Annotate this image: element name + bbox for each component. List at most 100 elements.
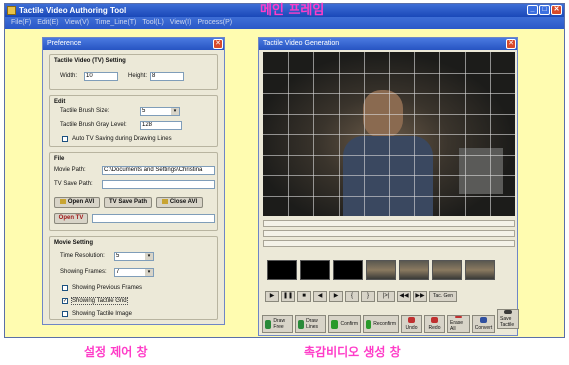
draw-lines-button[interactable]: Draw Lines: [295, 315, 326, 333]
file-group: File Movie Path: C:\Documents and Settin…: [49, 152, 218, 231]
erase-all-button[interactable]: Erase All: [447, 315, 470, 333]
convert-label: Convert: [474, 325, 493, 331]
menu-timeline[interactable]: Time_Line(T): [95, 17, 136, 29]
brush-size-label: Tactile Brush Size:: [60, 108, 110, 114]
grid-line-horizontal: [263, 195, 515, 197]
save-tactile-button[interactable]: Save Tactile: [497, 309, 519, 329]
brush-size-value: 5: [142, 108, 146, 114]
checkmark-icon: [366, 319, 372, 329]
pause-icon[interactable]: ❚❚: [281, 291, 295, 302]
open-avi-button[interactable]: Open AVI: [54, 197, 100, 208]
grid-line-horizontal: [263, 93, 515, 94]
menu-file[interactable]: File(F): [11, 17, 31, 29]
open-avi-label: Open AVI: [67, 199, 95, 205]
mark-out-icon[interactable]: }: [361, 291, 375, 302]
height-input[interactable]: 8: [150, 72, 184, 81]
redo-label: Redo: [428, 325, 441, 331]
video-canvas[interactable]: [263, 52, 515, 216]
timeline-slider-3[interactable]: [263, 240, 515, 247]
erase-all-label: Erase All: [450, 320, 464, 332]
main-frame-label: 메인 프레임: [260, 3, 325, 18]
menubar: File(F) Edit(E) View(V) Time_Line(T) Too…: [5, 17, 564, 29]
close-avi-button[interactable]: Close AVI: [156, 197, 203, 208]
undo-icon: [408, 317, 415, 323]
frame-thumbnail[interactable]: [267, 260, 297, 280]
time-resolution-label: Time Resolution:: [60, 253, 105, 259]
frame-thumbnail[interactable]: [432, 260, 462, 280]
menu-view2[interactable]: View(I): [170, 17, 192, 29]
menu-tool[interactable]: Tool(L): [142, 17, 163, 29]
draw-free-icon: [265, 319, 272, 329]
main-title: Tactile Video Authoring Tool: [19, 6, 127, 15]
showing-frames-value: 7: [116, 269, 120, 275]
prev-frame-icon[interactable]: ◀: [313, 291, 327, 302]
time-resolution-select[interactable]: 5 ▾: [114, 252, 154, 261]
next-frame-icon[interactable]: ▶: [329, 291, 343, 302]
timeline-slider-2[interactable]: [263, 230, 515, 237]
menu-view[interactable]: View(V): [65, 17, 89, 29]
movie-path-input[interactable]: C:\Documents and Settings\Christina: [102, 166, 215, 175]
chevron-down-icon: ▾: [145, 253, 153, 260]
mark-in-icon[interactable]: {: [345, 291, 359, 302]
grid-line-horizontal: [263, 154, 515, 156]
frame-thumbnail[interactable]: [300, 260, 330, 280]
draw-free-button[interactable]: Draw Free: [262, 315, 293, 333]
confirm-button[interactable]: Confirm: [328, 315, 361, 333]
movie-path-label: Movie Path:: [54, 167, 86, 173]
menu-process[interactable]: Process(P): [197, 17, 232, 29]
minimize-icon[interactable]: _: [527, 5, 538, 15]
frame-thumbnail[interactable]: [366, 260, 396, 280]
tv-save-path-input[interactable]: [102, 180, 215, 189]
frame-strip: [267, 260, 495, 280]
menu-edit[interactable]: Edit(E): [37, 17, 58, 29]
redo-icon: [431, 317, 438, 323]
play-range-icon[interactable]: |>|: [377, 291, 395, 302]
open-tv-input[interactable]: [92, 214, 215, 223]
tac-gen-button[interactable]: Tac. Gen: [429, 291, 457, 302]
fast-forward-icon[interactable]: ▶▶: [413, 291, 427, 302]
redo-button[interactable]: Redo: [424, 315, 445, 333]
auto-save-checkbox[interactable]: [62, 136, 68, 142]
gray-level-label: Tactile Brush Gray Level:: [60, 122, 127, 128]
undo-label: Undo: [405, 325, 418, 331]
erase-icon: [455, 316, 462, 318]
draw-lines-label: Draw Lines: [306, 318, 319, 330]
stop-icon[interactable]: ■: [297, 291, 311, 302]
width-label: Width:: [60, 73, 78, 79]
save-icon: [504, 310, 512, 314]
frame-thumbnail[interactable]: [465, 260, 495, 280]
close-icon[interactable]: ✕: [213, 39, 223, 49]
edit-label: Edit: [54, 99, 66, 105]
undo-button[interactable]: Undo: [401, 315, 422, 333]
frame-thumbnail[interactable]: [333, 260, 363, 280]
checkmark-icon: [331, 319, 339, 329]
play-icon[interactable]: ▶: [265, 291, 279, 302]
close-icon[interactable]: ✕: [551, 5, 562, 15]
preference-titlebar: Preference ✕: [43, 38, 224, 50]
tactile-grid-checkbox[interactable]: ✓: [62, 298, 68, 304]
auto-save-label: Auto TV Saving during Drawing Lines: [72, 136, 172, 142]
maximize-icon[interactable]: □: [539, 5, 550, 15]
settings-window-label: 설정 제어 창: [84, 345, 148, 359]
preference-title: Preference: [47, 40, 82, 47]
gray-level-input[interactable]: 128: [140, 121, 182, 130]
brush-size-select[interactable]: 5 ▾: [140, 107, 180, 116]
convert-button[interactable]: Convert: [472, 315, 495, 333]
open-tv-button[interactable]: Open TV: [54, 213, 88, 224]
grid-line-horizontal: [263, 134, 515, 135]
generation-titlebar: Tactile Video Generation ✕: [259, 38, 517, 50]
showing-frames-select[interactable]: 7 ▾: [114, 268, 154, 277]
preference-dialog: Preference ✕ Tactile Video (TV) Setting …: [42, 37, 225, 325]
timeline-slider[interactable]: [263, 220, 515, 227]
close-icon[interactable]: ✕: [506, 39, 516, 49]
previous-frames-checkbox[interactable]: [62, 285, 68, 291]
tv-save-path-button[interactable]: TV Save Path: [104, 197, 152, 208]
app-icon: [7, 6, 16, 15]
reconfirm-button[interactable]: Reconfirm: [363, 315, 399, 333]
confirm-label: Confirm: [340, 321, 358, 327]
frame-thumbnail[interactable]: [399, 260, 429, 280]
width-input[interactable]: 10: [84, 72, 118, 81]
tactile-image-checkbox[interactable]: [62, 311, 68, 317]
edit-group: Edit Tactile Brush Size: 5 ▾ Tactile Brus…: [49, 95, 218, 147]
rewind-icon[interactable]: ◀◀: [397, 291, 411, 302]
